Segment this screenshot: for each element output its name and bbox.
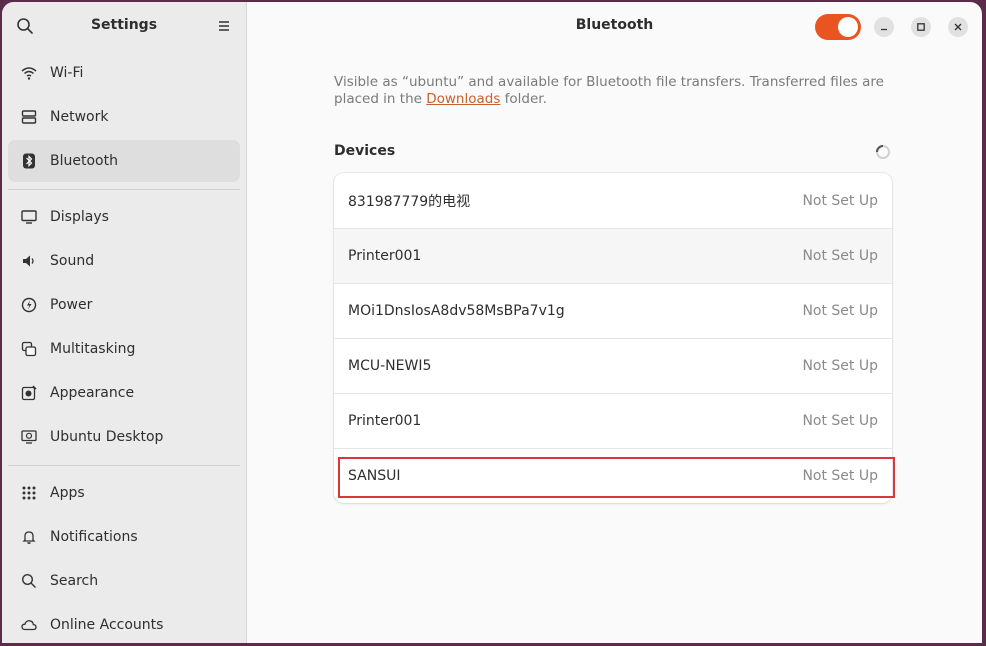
sidebar-divider — [8, 189, 240, 190]
sidebar-item-multitasking[interactable]: Multitasking — [8, 328, 240, 370]
sidebar-divider — [8, 465, 240, 466]
device-status: Not Set Up — [802, 192, 878, 209]
bell-icon — [20, 528, 38, 546]
minimize-button[interactable] — [874, 17, 894, 37]
sidebar: Settings Wi-Fi Network Bluetooth Display… — [2, 2, 247, 643]
sidebar-item-online-accounts[interactable]: Online Accounts — [8, 604, 240, 643]
minimize-icon — [881, 28, 887, 31]
multitasking-icon — [20, 340, 38, 358]
close-button[interactable] — [948, 17, 968, 37]
sidebar-list: Wi-Fi Network Bluetooth Displays Sound P… — [2, 52, 246, 643]
sidebar-item-appearance[interactable]: Appearance — [8, 372, 240, 414]
sidebar-item-search[interactable]: Search — [8, 560, 240, 602]
sidebar-header: Settings — [2, 2, 246, 50]
device-status: Not Set Up — [802, 248, 878, 264]
wifi-icon — [20, 64, 38, 82]
devices-heading: Devices — [334, 143, 396, 159]
device-row[interactable]: Printer001 Not Set Up — [334, 393, 892, 448]
sidebar-item-power[interactable]: Power — [8, 284, 240, 326]
sidebar-item-label: Displays — [50, 209, 109, 225]
sidebar-item-displays[interactable]: Displays — [8, 196, 240, 238]
sidebar-item-label: Power — [50, 297, 93, 313]
sidebar-item-label: Notifications — [50, 529, 138, 545]
bluetooth-toggle[interactable] — [815, 14, 861, 40]
visibility-description: Visible as “ubuntu” and available for Bl… — [334, 74, 894, 108]
cloud-icon — [20, 616, 38, 634]
display-icon — [20, 208, 38, 226]
page-title: Bluetooth — [575, 17, 654, 33]
downloads-link[interactable]: Downloads — [426, 91, 500, 107]
power-icon — [20, 296, 38, 314]
selection-highlight-box — [338, 457, 895, 498]
device-list: 831987779的电视 Not Set Up Printer001 Not S… — [334, 173, 892, 503]
sidebar-item-label: Bluetooth — [50, 153, 118, 169]
close-icon — [954, 23, 962, 31]
device-status: Not Set Up — [802, 303, 878, 319]
ubuntu-desktop-icon — [20, 428, 38, 446]
header-bar: Bluetooth — [247, 2, 982, 50]
sidebar-item-label: Network — [50, 109, 109, 125]
sidebar-item-ubuntu-desktop[interactable]: Ubuntu Desktop — [8, 416, 240, 458]
sidebar-item-wifi[interactable]: Wi-Fi — [8, 52, 240, 94]
loading-spinner-icon — [876, 145, 890, 159]
sidebar-title: Settings — [90, 17, 158, 33]
sidebar-item-label: Wi-Fi — [50, 65, 84, 81]
apps-icon — [20, 484, 38, 502]
sidebar-item-label: Ubuntu Desktop — [50, 429, 164, 445]
sound-icon — [20, 252, 38, 270]
sidebar-item-label: Appearance — [50, 385, 135, 401]
hamburger-menu-icon[interactable] — [216, 17, 232, 35]
sidebar-item-apps[interactable]: Apps — [8, 472, 240, 514]
sidebar-item-network[interactable]: Network — [8, 96, 240, 138]
device-name: 831987779的电视 — [348, 193, 471, 210]
toggle-knob — [838, 17, 858, 37]
network-icon — [20, 108, 38, 126]
device-row[interactable]: 831987779的电视 Not Set Up — [334, 173, 892, 228]
description-text: Visible as “ubuntu” and available for Bl… — [334, 74, 884, 107]
main-panel: Bluetooth Visible as “ubuntu” and availa… — [247, 2, 982, 643]
maximize-button[interactable] — [911, 17, 931, 37]
sidebar-item-sound[interactable]: Sound — [8, 240, 240, 282]
device-row[interactable]: MCU-NEWI5 Not Set Up — [334, 338, 892, 393]
device-status: Not Set Up — [802, 358, 878, 374]
sidebar-item-label: Multitasking — [50, 341, 136, 357]
sidebar-item-label: Online Accounts — [50, 617, 164, 633]
device-row[interactable]: Printer001 Not Set Up — [334, 228, 892, 283]
maximize-icon — [917, 23, 925, 31]
sidebar-item-label: Apps — [50, 485, 85, 501]
sidebar-item-label: Search — [50, 573, 99, 589]
device-name: Printer001 — [348, 248, 422, 264]
description-text-end: folder. — [500, 91, 547, 107]
bluetooth-icon — [20, 152, 38, 170]
search-icon — [20, 572, 38, 590]
settings-window: Settings Wi-Fi Network Bluetooth Display… — [2, 2, 982, 643]
device-name: MCU-NEWI5 — [348, 358, 432, 374]
sidebar-item-label: Sound — [50, 253, 95, 269]
sidebar-item-notifications[interactable]: Notifications — [8, 516, 240, 558]
appearance-icon — [20, 384, 38, 402]
device-row[interactable]: MOi1DnsIosA8dv58MsBPa7v1g Not Set Up — [334, 283, 892, 338]
device-status: Not Set Up — [802, 413, 878, 429]
device-name: Printer001 — [348, 413, 422, 429]
sidebar-item-bluetooth[interactable]: Bluetooth — [8, 140, 240, 182]
device-name: MOi1DnsIosA8dv58MsBPa7v1g — [348, 303, 565, 319]
